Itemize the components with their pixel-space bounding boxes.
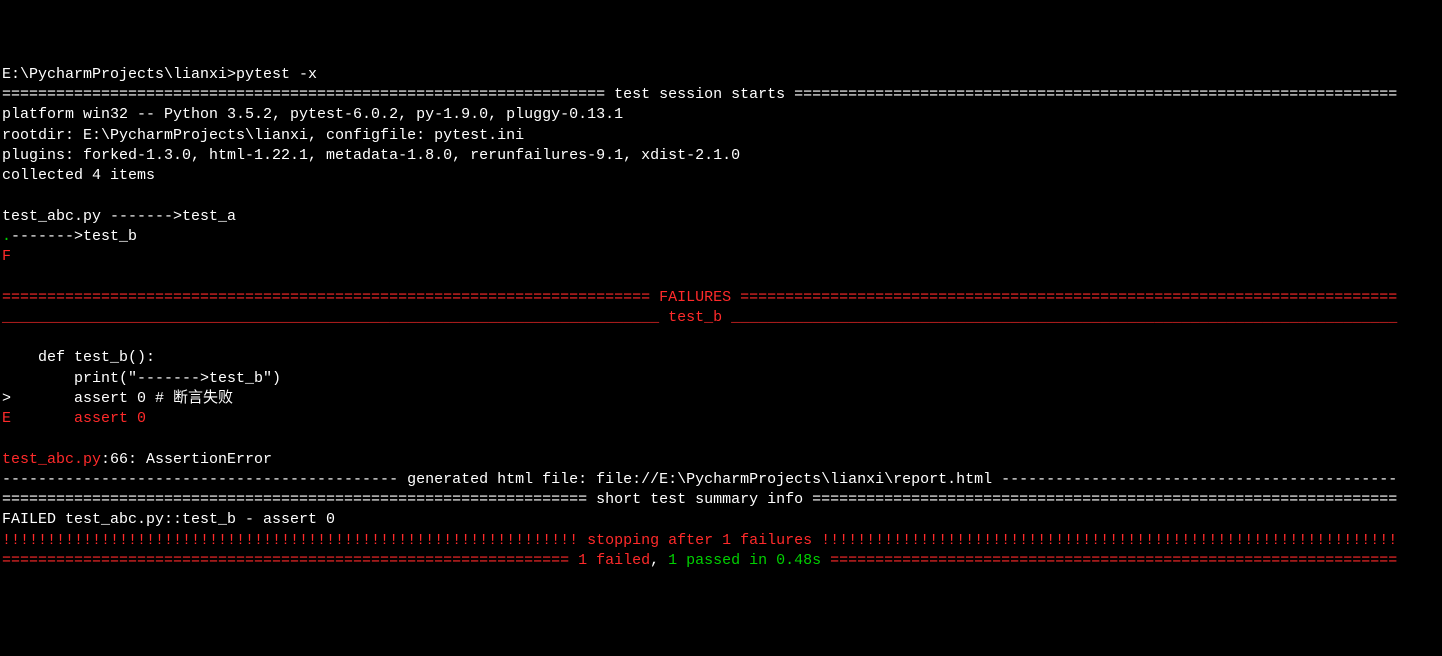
summary-header: ========================================… [2, 491, 1397, 508]
shell-prompt: E:\PycharmProjects\lianxi>pytest -x [2, 66, 317, 83]
error-prefix: E [2, 410, 11, 427]
error-body: assert 0 [11, 410, 146, 427]
error-file-rest: :66: AssertionError [101, 451, 272, 468]
result-line: ========================================… [2, 552, 1397, 569]
session-header: ========================================… [2, 86, 1397, 103]
code-line-2: print("------->test_b") [2, 370, 281, 387]
test-a-file: test_abc.py [2, 208, 110, 225]
code-line-3-marker: > [2, 390, 11, 407]
terminal-output[interactable]: E:\PycharmProjects\lianxi>pytest -x ====… [0, 61, 1442, 575]
generated-html-line: ----------------------------------------… [2, 471, 1397, 488]
stopping-line: !!!!!!!!!!!!!!!!!!!!!!!!!!!!!!!!!!!!!!!!… [2, 532, 1397, 549]
test-b-header: ________________________________________… [2, 309, 1397, 326]
failures-header: ========================================… [2, 289, 1397, 306]
code-line-3: assert 0 # 断言失败 [11, 390, 233, 407]
error-file: test_abc.py [2, 451, 101, 468]
rootdir-line: rootdir: E:\PycharmProjects\lianxi, conf… [2, 127, 524, 144]
collected-line: collected 4 items [2, 167, 155, 184]
pass-icon: . [2, 228, 11, 245]
fail-icon: F [2, 248, 11, 265]
failed-summary-line: FAILED test_abc.py::test_b - assert 0 [2, 511, 335, 528]
plugins-line: plugins: forked-1.3.0, html-1.22.1, meta… [2, 147, 740, 164]
platform-line: platform win32 -- Python 3.5.2, pytest-6… [2, 106, 623, 123]
test-b-arrow: ------->test_b [11, 228, 137, 245]
code-line-1: def test_b(): [2, 349, 155, 366]
test-a-arrow: ------->test_a [110, 208, 236, 225]
